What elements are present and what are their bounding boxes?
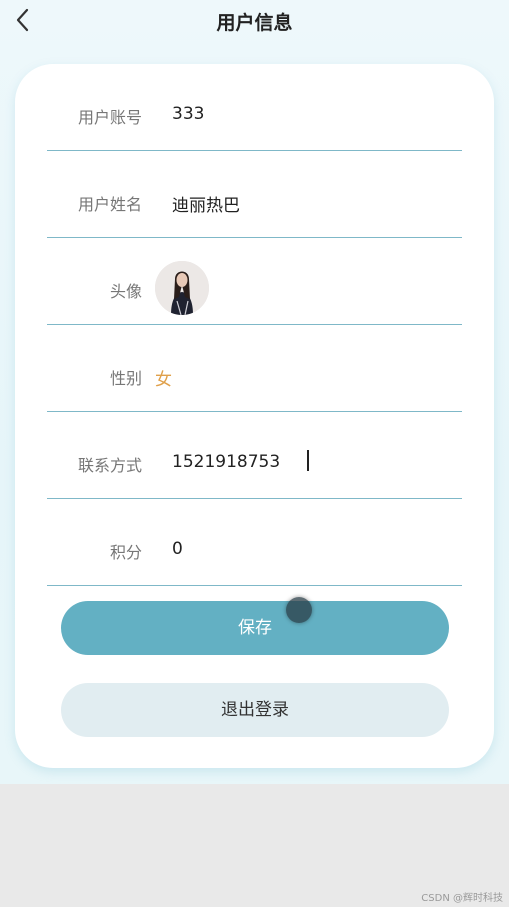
logout-button[interactable]: 退出登录 (61, 683, 449, 737)
save-button[interactable]: 保存 (61, 601, 449, 655)
account-value: 333 (172, 104, 205, 124)
avatar-label: 头像 (109, 282, 142, 301)
profile-card: 用户账号 333 用户姓名 迪丽热巴 头像 性别 女 联系方式 15219187… (15, 64, 494, 768)
name-value: 迪丽热巴 (172, 196, 240, 216)
contact-input[interactable]: 1521918753 (172, 452, 280, 472)
points-label: 积分 (109, 543, 142, 562)
contact-label: 联系方式 (77, 456, 142, 475)
app-screen: 用户信息 用户账号 333 用户姓名 迪丽热巴 头像 性别 女 联系方式 152… (0, 0, 509, 784)
account-row: 用户账号 333 (47, 64, 462, 151)
points-row: 积分 0 (47, 499, 462, 586)
gender-row: 性别 女 (47, 325, 462, 412)
gender-value[interactable]: 女 (155, 365, 172, 390)
text-caret (307, 450, 309, 471)
points-value: 0 (172, 539, 183, 559)
gender-label: 性别 (109, 369, 142, 388)
navbar: 用户信息 (0, 0, 509, 40)
account-label: 用户账号 (77, 108, 142, 127)
avatar-row: 头像 (47, 238, 462, 325)
name-row: 用户姓名 迪丽热巴 (47, 151, 462, 238)
avatar-image (155, 261, 209, 315)
avatar[interactable] (155, 261, 209, 315)
page-title: 用户信息 (216, 12, 293, 34)
watermark: CSDN @辉时科技 (421, 893, 503, 904)
contact-row: 联系方式 1521918753 (47, 412, 462, 499)
touch-indicator (286, 597, 312, 623)
name-label: 用户姓名 (77, 195, 142, 214)
